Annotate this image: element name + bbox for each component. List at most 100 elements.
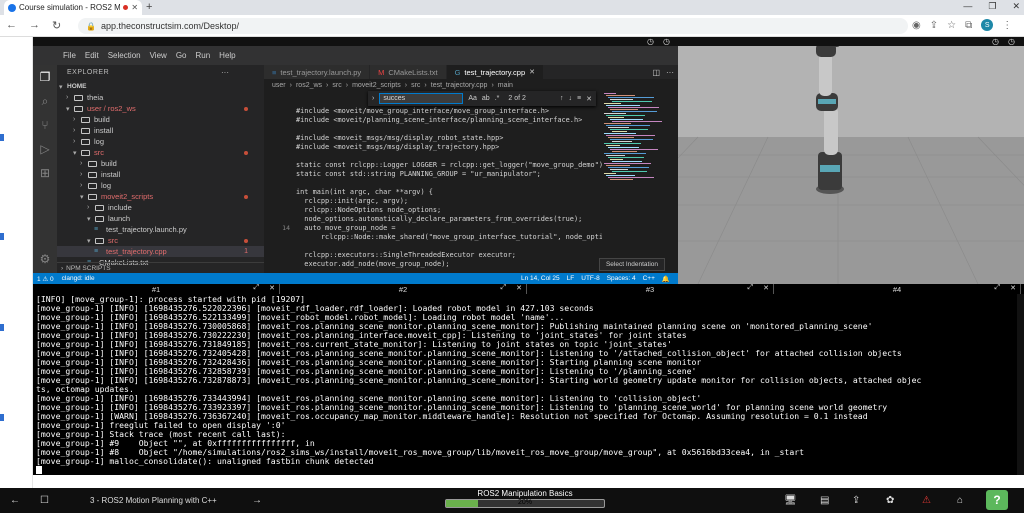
search-icon[interactable]: ⌕ xyxy=(37,93,53,109)
help-button[interactable]: ? xyxy=(986,490,1008,510)
tree-item[interactable]: ▾ src xyxy=(57,147,264,158)
reload-icon[interactable]: ↻ xyxy=(52,19,61,32)
code-line[interactable]: static const std::string PLANNING_GROUP … xyxy=(296,170,541,179)
tree-item[interactable]: › install xyxy=(57,125,264,136)
breadcrumb-item[interactable]: src xyxy=(411,82,420,89)
code-line[interactable]: node_options.automatically_declare_param… xyxy=(296,215,582,224)
tree-item[interactable]: ▾ user / ros2_ws xyxy=(57,103,264,114)
breadcrumb-item[interactable]: user xyxy=(272,82,286,89)
next-arrow-icon[interactable]: → xyxy=(252,488,262,513)
close-icon[interactable]: ✕ xyxy=(1010,284,1016,292)
clangd-status[interactable]: clangd: idle xyxy=(62,275,95,283)
extensions-icon[interactable]: ⊞ xyxy=(37,165,53,181)
menu-view[interactable]: View xyxy=(150,51,167,60)
extensions-icon[interactable]: ⧉ xyxy=(965,20,972,31)
tree-item[interactable]: ▾ launch xyxy=(57,213,264,224)
lesson-title[interactable]: 3 - ROS2 Motion Planning with C++ xyxy=(90,488,217,513)
tree-item[interactable]: › log xyxy=(57,180,264,191)
code-line[interactable]: #include <moveit/move_group_interface/mo… xyxy=(296,107,549,116)
encoding[interactable]: UTF-8 xyxy=(581,275,599,283)
menu-file[interactable]: File xyxy=(63,51,76,60)
code-line[interactable]: executor.add_node(move_group_node); xyxy=(296,260,449,269)
code-line[interactable]: static const rclcpp::Logger LOGGER = rcl… xyxy=(296,161,602,170)
expand-icon[interactable]: ⤢ xyxy=(748,284,754,292)
tree-item[interactable]: › include xyxy=(57,202,264,213)
fullscreen-panel-icon[interactable]: ◷ xyxy=(663,37,670,46)
star-icon[interactable]: ☆ xyxy=(947,20,956,31)
find-input[interactable] xyxy=(379,93,464,104)
menu-go[interactable]: Go xyxy=(176,51,187,60)
explorer-more-icon[interactable]: ··· xyxy=(221,68,229,77)
debug-icon[interactable]: ▷ xyxy=(37,141,53,157)
tab-test-trajectory-launch[interactable]: ≡ test_trajectory.launch.py xyxy=(264,65,371,79)
expand-icon[interactable]: ⤢ xyxy=(501,284,507,292)
breadcrumb-item[interactable]: src xyxy=(332,82,341,89)
editor-scrollbar[interactable] xyxy=(668,91,678,273)
tree-item[interactable]: ≡ test_trajectory.cpp 1 xyxy=(57,246,264,257)
share-icon[interactable]: ⇪ xyxy=(930,20,938,31)
tree-item[interactable]: ▾ src xyxy=(57,235,264,246)
url-field[interactable]: 🔒 app.theconstructsim.com/Desktop/ xyxy=(78,18,908,34)
terminal-tab-3[interactable]: #3 ⤢ ✕ xyxy=(527,284,774,294)
menu-help[interactable]: Help xyxy=(219,51,235,60)
tab-cmakelists[interactable]: M CMakeLists.txt xyxy=(370,65,447,79)
code-line[interactable]: #include <moveit_msgs/msg/display_trajec… xyxy=(296,143,499,152)
back-icon[interactable]: ← xyxy=(6,19,17,32)
match-case-icon[interactable]: Aa xyxy=(468,95,477,102)
back-arrow-icon[interactable]: ← xyxy=(10,488,20,513)
find-in-selection-icon[interactable]: ≡ xyxy=(577,95,581,102)
explorer-icon[interactable]: ❐ xyxy=(37,69,53,85)
window-square-icon[interactable]: ☐ xyxy=(40,488,49,513)
more-actions-icon[interactable]: ··· xyxy=(666,68,674,77)
breadcrumb-item[interactable]: main xyxy=(498,82,513,89)
npm-scripts-section[interactable]: › NPM SCRIPTS xyxy=(57,262,264,273)
close-icon[interactable]: ✕ xyxy=(763,284,769,292)
tree-item[interactable]: ≡ test_trajectory.launch.py xyxy=(57,224,264,235)
settings-gear-icon[interactable]: ⚙ xyxy=(37,251,53,267)
bell-icon[interactable]: 🔔 xyxy=(662,275,670,283)
tab-test-trajectory-cpp[interactable]: G test_trajectory.cpp ✕ xyxy=(446,65,545,79)
minimize-panel-icon[interactable]: ◷ xyxy=(647,37,654,46)
code-line[interactable]: rclcpp::Node::make_shared("move_group_in… xyxy=(296,233,602,242)
close-icon[interactable]: ✕ xyxy=(269,284,275,292)
close-icon[interactable]: ✕ xyxy=(516,284,522,292)
more-menu-icon[interactable]: ⋮ xyxy=(1002,20,1012,31)
breadcrumb-item[interactable]: test_trajectory.cpp xyxy=(431,82,488,89)
next-match-icon[interactable]: ↓ xyxy=(569,95,573,102)
camera-icon[interactable]: ◉ xyxy=(912,20,921,31)
tree-item[interactable]: › build xyxy=(57,158,264,169)
forward-icon[interactable]: → xyxy=(29,19,40,32)
terminal-tab-4[interactable]: #4 ⤢ ✕ xyxy=(774,284,1021,294)
tree-item[interactable]: › log xyxy=(57,136,264,147)
code-line[interactable]: #include <moveit/planning_scene_interfac… xyxy=(296,116,582,125)
terminal-tab-1[interactable]: #1 ⤢ ✕ xyxy=(33,284,280,294)
chevron-right-icon[interactable]: › xyxy=(372,95,374,102)
line-ending[interactable]: LF xyxy=(567,275,575,283)
terminal-output[interactable]: [INFO] [move_group-1]: process started w… xyxy=(33,294,1024,475)
code-line[interactable]: auto move_group_node = xyxy=(296,224,395,233)
close-find-icon[interactable]: ✕ xyxy=(586,95,592,103)
minimap[interactable] xyxy=(602,91,668,273)
minimize-panel-icon[interactable]: ◷ xyxy=(992,37,999,46)
tree-item[interactable]: › theia xyxy=(57,92,264,103)
new-tab-button[interactable]: + xyxy=(146,1,152,13)
terminal-scrollbar[interactable] xyxy=(1017,294,1024,475)
code-line[interactable]: rclcpp::init(argc, argv); xyxy=(296,197,408,206)
menu-selection[interactable]: Selection xyxy=(108,51,141,60)
profile-avatar[interactable]: S xyxy=(981,19,994,31)
indentation[interactable]: Spaces: 4 xyxy=(607,275,636,283)
terminal-tab-2[interactable]: #2 ⤢ ✕ xyxy=(280,284,527,294)
problems-indicator[interactable]: 1 ⚠ 0 xyxy=(37,275,54,283)
fullscreen-panel-icon[interactable]: ◷ xyxy=(1008,37,1015,46)
code-editor[interactable]: #include <moveit/move_group_interface/mo… xyxy=(294,91,602,273)
minimize-icon[interactable]: — xyxy=(963,1,972,12)
tree-item[interactable]: › install xyxy=(57,169,264,180)
chatgpt-icon[interactable]: ✿ xyxy=(886,488,894,513)
menu-edit[interactable]: Edit xyxy=(85,51,99,60)
expand-icon[interactable]: ⤢ xyxy=(254,284,260,292)
tree-item[interactable]: › build xyxy=(57,114,264,125)
home-icon[interactable]: ⌂ xyxy=(957,488,963,513)
tree-item[interactable]: ▾ moveit2_scripts xyxy=(57,191,264,202)
previous-match-icon[interactable]: ↑ xyxy=(560,95,564,102)
code-line[interactable]: rclcpp::executors::SingleThreadedExecuto… xyxy=(296,251,516,260)
